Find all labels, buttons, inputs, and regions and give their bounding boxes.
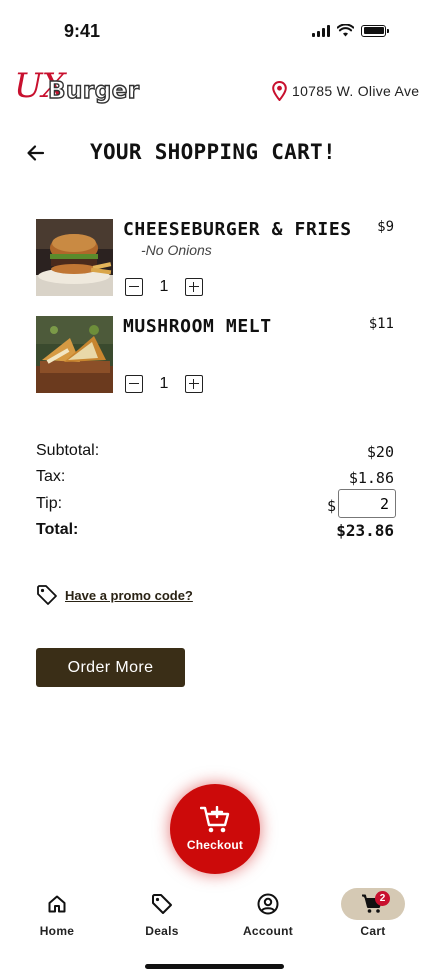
increase-quantity-button[interactable] [185, 278, 203, 296]
wifi-icon [337, 24, 354, 37]
tax-value: $1.86 [348, 469, 394, 487]
promo-code-link[interactable]: Have a promo code? [36, 584, 193, 606]
item-price: $11 [368, 316, 394, 332]
cart-item: MUSHROOM MELT $11 1 [36, 316, 396, 394]
item-note: -No Onions [141, 242, 212, 258]
promo-code-label: Have a promo code? [65, 587, 193, 603]
quantity-stepper: 1 [125, 375, 203, 393]
signal-icon [312, 24, 330, 37]
quantity-value: 1 [159, 278, 169, 295]
location-selector[interactable]: 10785 W. Olive Ave [272, 81, 419, 101]
add-to-cart-icon [200, 806, 230, 833]
brand-logo[interactable]: UX Burger [14, 66, 140, 108]
cart-item: CHEESEBURGER & FRIES $9 -No Onions 1 [36, 219, 396, 297]
item-name: MUSHROOM MELT [123, 316, 272, 337]
nav-item-deals[interactable]: Deals [122, 888, 202, 938]
back-button[interactable] [24, 141, 48, 165]
tip-currency: $ [326, 497, 336, 515]
logo-burger-text: Burger [47, 77, 140, 104]
account-icon [257, 893, 279, 915]
nav-label-deals: Deals [145, 924, 179, 938]
nav-label-account: Account [242, 924, 294, 938]
location-pin-icon [272, 81, 287, 101]
total-label: Total: [36, 521, 79, 538]
checkout-label: Checkout [186, 838, 244, 852]
nav-item-cart[interactable]: 2 Cart [333, 888, 413, 938]
quantity-stepper: 1 [125, 278, 203, 296]
checkout-button[interactable]: Checkout [170, 784, 260, 874]
tax-label: Tax: [36, 468, 66, 485]
tip-label: Tip: [36, 495, 63, 512]
tag-icon [37, 585, 57, 605]
battery-icon [361, 24, 389, 37]
bottom-nav: Home Deals Account 2 Cart [0, 880, 430, 977]
tag-icon [152, 894, 172, 914]
increase-quantity-button[interactable] [185, 375, 203, 393]
item-image-cheeseburger [36, 219, 113, 296]
decrease-quantity-button[interactable] [125, 278, 143, 296]
nav-label-cart: Cart [360, 924, 386, 938]
subtotal-value: $20 [366, 443, 394, 461]
status-icons [312, 24, 389, 37]
decrease-quantity-button[interactable] [125, 375, 143, 393]
total-value: $23.86 [336, 521, 394, 540]
status-bar: 9:41 [0, 0, 430, 60]
home-indicator [145, 964, 284, 969]
subtotal-label: Subtotal: [36, 442, 100, 459]
item-image-mushroom-melt [36, 316, 113, 393]
arrow-left-icon [27, 145, 45, 161]
nav-label-home: Home [39, 924, 75, 938]
home-icon [48, 895, 66, 913]
page-title: YOUR SHOPPING CART! [90, 140, 336, 164]
order-more-button[interactable]: Order More [36, 648, 185, 687]
location-address: 10785 W. Olive Ave [292, 83, 420, 99]
nav-item-home[interactable]: Home [17, 888, 97, 938]
status-time: 9:41 [64, 21, 101, 41]
tip-input[interactable] [338, 489, 396, 518]
item-price: $9 [377, 219, 394, 235]
quantity-value: 1 [159, 375, 169, 392]
cart-count-badge: 2 [375, 891, 390, 906]
nav-item-account[interactable]: Account [228, 888, 308, 938]
item-name: CHEESEBURGER & FRIES [123, 219, 352, 240]
